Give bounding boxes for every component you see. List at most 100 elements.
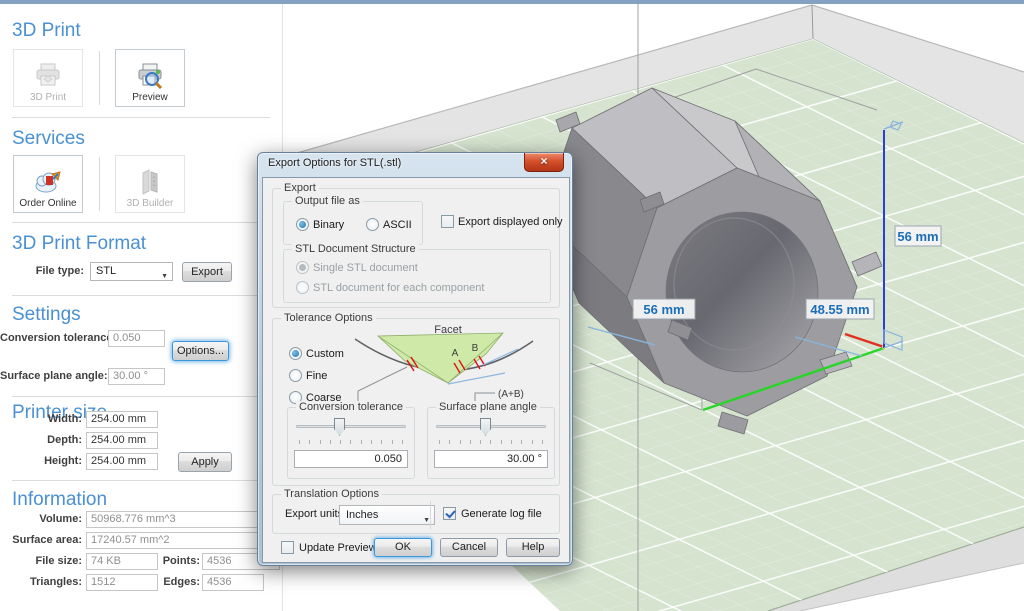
height-field[interactable]: 254.00 mm (86, 453, 158, 470)
file-size-field: 74 KB (86, 553, 158, 570)
dimension-label-height: 56 mm (895, 226, 941, 246)
custom-radio[interactable] (289, 347, 302, 360)
width-label: Width: (0, 411, 82, 428)
triangles-label: Triangles: (0, 574, 82, 591)
group-separator (430, 501, 431, 529)
cancel-button[interactable]: Cancel (440, 538, 498, 557)
facet-diagram: Facet A B (A+B) (343, 323, 561, 411)
edges-field: 4536 (202, 574, 264, 591)
section-divider (12, 396, 270, 397)
update-preview-label[interactable]: Update Preview (299, 542, 377, 554)
help-button[interactable]: Help (506, 538, 560, 557)
update-preview-checkbox[interactable] (281, 541, 294, 554)
conversion-tolerance-title: Conversion tolerance (296, 401, 406, 413)
ok-button[interactable]: OK (374, 538, 432, 557)
surface-plane-angle-title: Surface plane angle (436, 401, 540, 413)
output-file-group: Output file as Binary ASCII (283, 201, 423, 245)
generate-log-label[interactable]: Generate log file (461, 508, 542, 520)
ascii-radio[interactable] (366, 218, 379, 231)
points-label: Points: (156, 553, 200, 570)
height-label: Height: (0, 453, 82, 470)
dimension-label-front: 48.55 mm (806, 299, 874, 319)
width-field[interactable]: 254.00 mm (86, 411, 158, 428)
conversion-tolerance-field: 0.050 (108, 330, 165, 347)
file-type-label: File type: (0, 263, 84, 280)
application-window: { "panel": { "print": { "title": "3D Pri… (0, 0, 1024, 611)
apply-button[interactable]: Apply (178, 452, 232, 472)
preview-icon (135, 63, 165, 89)
print-panel: 3D Print 3D Print Preview Services (0, 4, 283, 611)
each-component-radio (296, 281, 309, 294)
single-stl-label: Single STL document (313, 262, 418, 274)
export-displayed-only-checkbox[interactable] (441, 215, 454, 228)
print-button-label: 3D Print (30, 92, 66, 103)
fine-radio-label[interactable]: Fine (306, 370, 327, 382)
file-type-dropdown[interactable]: STL ▼ (90, 262, 173, 281)
ascii-radio-label[interactable]: ASCII (383, 219, 412, 231)
edges-label: Edges: (156, 574, 200, 591)
dropdown-arrow-icon: ▼ (161, 268, 168, 285)
dimension-label-front-text: 48.55 mm (810, 302, 869, 317)
surface-plane-angle-slider[interactable] (436, 418, 546, 440)
binary-radio[interactable] (296, 218, 309, 231)
fine-radio[interactable] (289, 369, 302, 382)
builder-button: 3D Builder (115, 155, 185, 213)
export-units-label: Export units: (285, 508, 346, 520)
section-divider (12, 117, 270, 118)
preview-button-label: Preview (132, 92, 168, 103)
dimension-label-left: 56 mm (633, 299, 695, 319)
export-group: Export Output file as Binary ASCII Expor… (272, 188, 560, 308)
slider-track (296, 425, 406, 428)
close-icon[interactable]: × (524, 153, 564, 172)
conversion-tolerance-value[interactable]: 0.050 (294, 450, 408, 468)
binary-radio-label[interactable]: Binary (313, 219, 344, 231)
button-separator (99, 157, 100, 211)
surface-plane-angle-group: Surface plane angle 30.00 ° (427, 407, 555, 479)
slider-ticks (439, 440, 543, 444)
section-divider (12, 295, 270, 296)
translation-group-title: Translation Options (281, 488, 382, 500)
angle-b-label: B (472, 343, 479, 354)
slider-thumb[interactable] (480, 418, 491, 436)
volume-label: Volume: (0, 511, 82, 528)
generate-log-checkbox[interactable] (443, 507, 456, 520)
dimension-label-height-text: 56 mm (897, 229, 938, 244)
window-top-border (0, 0, 1024, 4)
conversion-tolerance-slider[interactable] (296, 418, 406, 440)
surface-plane-angle-value[interactable]: 30.00 ° (434, 450, 548, 468)
order-online-button[interactable]: Order Online (13, 155, 83, 213)
3d-builder-icon (135, 169, 165, 195)
options-button[interactable]: Options... (172, 341, 229, 361)
section-title-settings: Settings (12, 304, 81, 326)
dialog-title: Export Options for STL(.stl) (268, 157, 401, 169)
section-title-information: Information (12, 489, 107, 511)
depth-field[interactable]: 254.00 mm (86, 432, 158, 449)
file-size-label: File size: (0, 553, 82, 570)
export-button[interactable]: Export (182, 262, 232, 282)
leader-lines (358, 367, 495, 405)
surface-angle-field: 30.00 ° (108, 368, 165, 385)
surface-angle-label: Surface plane angle: (0, 368, 104, 385)
export-group-title: Export (281, 182, 319, 194)
surface-area-label: Surface area: (0, 532, 82, 549)
slider-thumb[interactable] (334, 418, 345, 436)
each-component-label: STL document for each component (313, 282, 484, 294)
section-divider (12, 222, 270, 223)
dropdown-arrow-icon: ▼ (423, 512, 430, 530)
stl-structure-group: STL Document Structure Single STL docume… (283, 249, 551, 303)
translation-options-group: Translation Options Export units: Inches… (272, 494, 560, 534)
cloud-upload-icon (33, 169, 63, 195)
export-displayed-only-label[interactable]: Export displayed only (458, 216, 563, 228)
custom-radio-label[interactable]: Custom (306, 348, 344, 360)
section-title-format: 3D Print Format (12, 233, 146, 255)
file-type-value: STL (96, 265, 116, 277)
stl-structure-group-title: STL Document Structure (292, 243, 419, 255)
export-units-dropdown[interactable]: Inches ▼ (339, 505, 435, 525)
conversion-tolerance-group: Conversion tolerance 0.050 (287, 407, 415, 479)
angle-a-label: A (452, 348, 459, 359)
export-options-dialog: Export Options for STL(.stl) × Export Ou… (257, 152, 573, 566)
dialog-body: Export Output file as Binary ASCII Expor… (262, 177, 570, 563)
preview-button[interactable]: Preview (115, 49, 185, 107)
export-units-value: Inches (346, 509, 378, 521)
depth-label: Depth: (0, 432, 82, 449)
